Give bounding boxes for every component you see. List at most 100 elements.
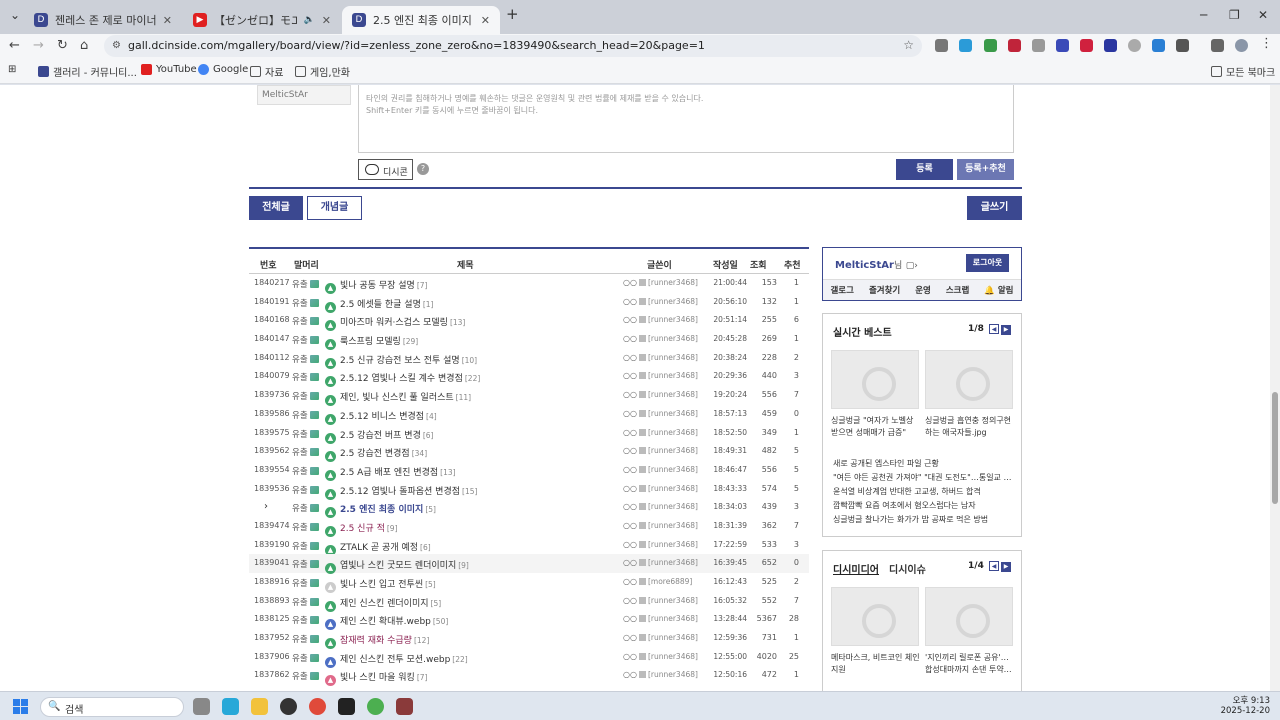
post-title-text[interactable]: 제인 신스킨 전투 모션.webp [340, 655, 450, 665]
post-title[interactable]: ▲ 2.5.12 비니스 변경점 [4] [325, 409, 595, 425]
reply-count[interactable]: [5] [425, 505, 436, 514]
window-close-icon[interactable]: ✕ [1258, 8, 1268, 22]
table-row[interactable]: 1839562 유출 ▲ 2.5 강습전 변경점 [34] ○○ [runner3468] 1… [249, 442, 809, 463]
nickname-field[interactable]: MelticStAr [257, 85, 351, 105]
dccon-button[interactable]: 디시콘 [358, 159, 413, 180]
post-title-text[interactable]: 2.5 에셋들 한글 설명 [340, 300, 421, 310]
reply-count[interactable]: [15] [462, 487, 477, 496]
post-title-text[interactable]: 제인, 빛나 신스킨 풀 일러스트 [340, 393, 454, 403]
table-row[interactable]: 1837862 유출 ▲ 빛나 스킨 마을 워킹 [7] ○○ [runner3468] 12… [249, 666, 809, 687]
menu-favorites[interactable]: 즐겨찾기 [869, 284, 900, 296]
post-title-text[interactable]: 2.5 강습전 변경점 [340, 449, 410, 459]
post-head[interactable]: 유출 [292, 446, 319, 458]
home-icon[interactable]: ⌂ [80, 38, 88, 53]
bookmark-gallery[interactable]: 갤러리 - 커뮤니티... [38, 64, 137, 79]
reply-count[interactable]: [12] [414, 636, 429, 645]
reply-count[interactable]: [5] [431, 599, 442, 608]
post-head[interactable]: 유출 [292, 670, 319, 682]
menu-manage[interactable]: 운영 [915, 284, 931, 296]
post-head[interactable]: 유출 [292, 371, 319, 383]
extension-icon[interactable] [1080, 39, 1093, 52]
prev-icon[interactable]: ◀ [989, 561, 999, 571]
post-title[interactable]: ▲ 2.5 강습전 버프 변경 [6] [325, 428, 595, 444]
post-title-text[interactable]: 잠재력 재화 수급량 [340, 636, 412, 646]
post-title[interactable]: ▲ 제인 신스킨 전투 모션.webp [22] [325, 652, 595, 668]
tab-youtube[interactable]: ▶ 【ゼンゼロ】モエチャッカファイア 🔈 ✕ [183, 6, 341, 34]
post-title[interactable]: ▲ 2.5.12 엽빛나 스킬 계수 변경점 [22] [325, 371, 595, 388]
table-row[interactable]: 1840168 유출 ▲ 미아즈마 워커·스겁스 모델링 [13] ○○ [runner34… [249, 311, 809, 332]
tab-concept-posts[interactable]: 개념글 [307, 196, 362, 220]
close-icon[interactable]: ✕ [322, 14, 331, 27]
table-row[interactable]: 1838125 유출 ▲ 제인 스킨 확대뷰.webp [50] ○○ [runner346… [249, 610, 809, 631]
reply-count[interactable]: [7] [417, 673, 428, 682]
reply-count[interactable]: [9] [458, 561, 469, 570]
post-title[interactable]: ▲ 2.5.12 엽빛나 돌파옵션 변경점 [15] [325, 484, 595, 500]
site-info-icon[interactable]: ⚙ [112, 40, 121, 51]
tab-dcmedia[interactable]: 디시미디어 [833, 561, 879, 576]
post-title[interactable]: ▲ 2.5 신규 강습전 보스 전투 설명 [10] [325, 353, 595, 369]
reply-count[interactable]: [22] [465, 374, 480, 383]
best-news-item[interactable]: 윤석열 비상계엄 반대한 고교생, 하버드 합격 [833, 486, 1013, 497]
table-row[interactable]: 1839554 유출 ▲ 2.5 A급 배포 엔진 변경점 [13] ○○ [runner3… [249, 461, 809, 481]
best-thumbnail[interactable] [925, 350, 1013, 409]
table-row[interactable]: 1839041 유출 ▲ 엽빛나 스킨 굿모드 렌더이미지 [9] ○○ [runner34… [249, 554, 809, 575]
table-row[interactable]: › 유출 ▲ 2.5 엔진 최종 이미지 [5] ○○ [runner3468] 18:34:… [249, 498, 809, 519]
bookmark-youtube[interactable]: YouTube [141, 64, 197, 75]
post-head[interactable]: 유출 [292, 278, 319, 290]
profile-avatar[interactable] [1235, 39, 1248, 52]
comment-submit-recommend-button[interactable]: 등록+추천 [957, 159, 1014, 180]
write-button[interactable]: 글쓰기 [967, 196, 1022, 220]
post-title-text[interactable]: 엽빛나 스킨 굿모드 렌더이미지 [340, 561, 456, 571]
table-row[interactable]: 1840147 유출 ▲ 룩스프링 모델링 [29] ○○ [runner3468] 20:4… [249, 330, 809, 351]
minimize-icon[interactable]: ─ [1200, 8, 1207, 22]
realtime-best-title[interactable]: 실시간 베스트 [833, 324, 892, 339]
post-title[interactable]: ▲ 빛나 스킨 마을 워킹 [7] [325, 670, 595, 687]
post-title[interactable]: ▲ 미아즈마 워커·스겁스 모델링 [13] [325, 315, 595, 332]
reply-count[interactable]: [7] [417, 281, 428, 290]
reply-count[interactable]: [4] [426, 412, 437, 421]
task-view-icon[interactable] [193, 698, 210, 715]
post-head[interactable]: 유출 [292, 334, 319, 346]
next-icon[interactable]: ▶ [1001, 562, 1011, 572]
post-head[interactable]: 유출 [292, 353, 319, 365]
back-icon[interactable]: ← [9, 38, 20, 53]
prev-icon[interactable]: ◀ [989, 324, 999, 334]
extensions-puzzle-icon[interactable] [1176, 39, 1189, 52]
app-icon[interactable] [338, 698, 355, 715]
post-title-text[interactable]: 빛나 공동 무장 설명 [340, 281, 415, 291]
close-icon[interactable]: ✕ [163, 14, 172, 27]
post-title-text[interactable]: 빛나 스킨 입고 전투씬 [340, 580, 423, 590]
system-clock[interactable]: 오후 9:13 2025-12-20 [1221, 696, 1270, 716]
extension-icon[interactable] [959, 39, 972, 52]
menu-icon[interactable]: ⋮ [1260, 36, 1273, 51]
post-title[interactable]: ▲ 룩스프링 모델링 [29] [325, 334, 595, 351]
table-row[interactable]: 1839190 유출 ▲ ZTALK 곧 공개 예정 [6] ○○ [runner3468]… [249, 536, 809, 556]
tab-search-icon[interactable]: ⌄ [10, 8, 20, 22]
comment-textarea[interactable]: 타인의 권리를 침해하거나 명예를 훼손하는 댓글은 운영원칙 및 관련 법률에… [358, 85, 1014, 153]
post-head[interactable]: 유출 [292, 577, 319, 589]
address-bar[interactable]: ⚙ gall.dcinside.com/mgallery/board/view/… [104, 35, 922, 57]
windows-start-icon[interactable] [13, 699, 29, 715]
table-row[interactable]: 1839575 유출 ▲ 2.5 강습전 버프 변경 [6] ○○ [runner3468]… [249, 424, 809, 444]
post-title[interactable]: ▲ 빛나 공동 무장 설명 [7] [325, 278, 595, 294]
chrome-icon[interactable] [367, 698, 384, 715]
menu-alert[interactable]: 🔔 알림 [984, 284, 1013, 296]
reply-count[interactable]: [6] [420, 543, 431, 552]
post-title-text[interactable]: 2.5 A급 배포 엔진 변경점 [340, 468, 438, 478]
post-title[interactable]: ▲ 제인 신스킨 렌더이미지 [5] [325, 596, 595, 612]
post-head[interactable]: 유출 [292, 540, 319, 552]
bookmark-folder-data[interactable]: 자료 [250, 64, 283, 79]
extension-icon[interactable] [1008, 39, 1021, 52]
taskbar-search[interactable]: 🔍 검색 [40, 697, 184, 717]
reply-count[interactable]: [22] [452, 655, 467, 664]
table-row[interactable]: 1837906 유출 ▲ 제인 신스킨 전투 모션.webp [22] ○○ [runner… [249, 648, 809, 668]
post-title[interactable]: ▲ 2.5 엔진 최종 이미지 [5] [325, 502, 595, 519]
download-icon[interactable] [1152, 39, 1165, 52]
new-tab-button[interactable]: + [506, 5, 519, 23]
reply-count[interactable]: [29] [403, 337, 418, 346]
post-head[interactable]: 유출 [292, 297, 319, 309]
table-row[interactable]: 1839536 유출 ▲ 2.5.12 엽빛나 돌파옵션 변경점 [15] ○○ [runn… [249, 480, 809, 500]
extension-icon[interactable] [984, 39, 997, 52]
best-news-item[interactable]: 깜빡깜빡 요즘 여초에서 혐오스럽다는 남자 [833, 500, 1013, 511]
extension-icon[interactable] [1128, 39, 1141, 52]
